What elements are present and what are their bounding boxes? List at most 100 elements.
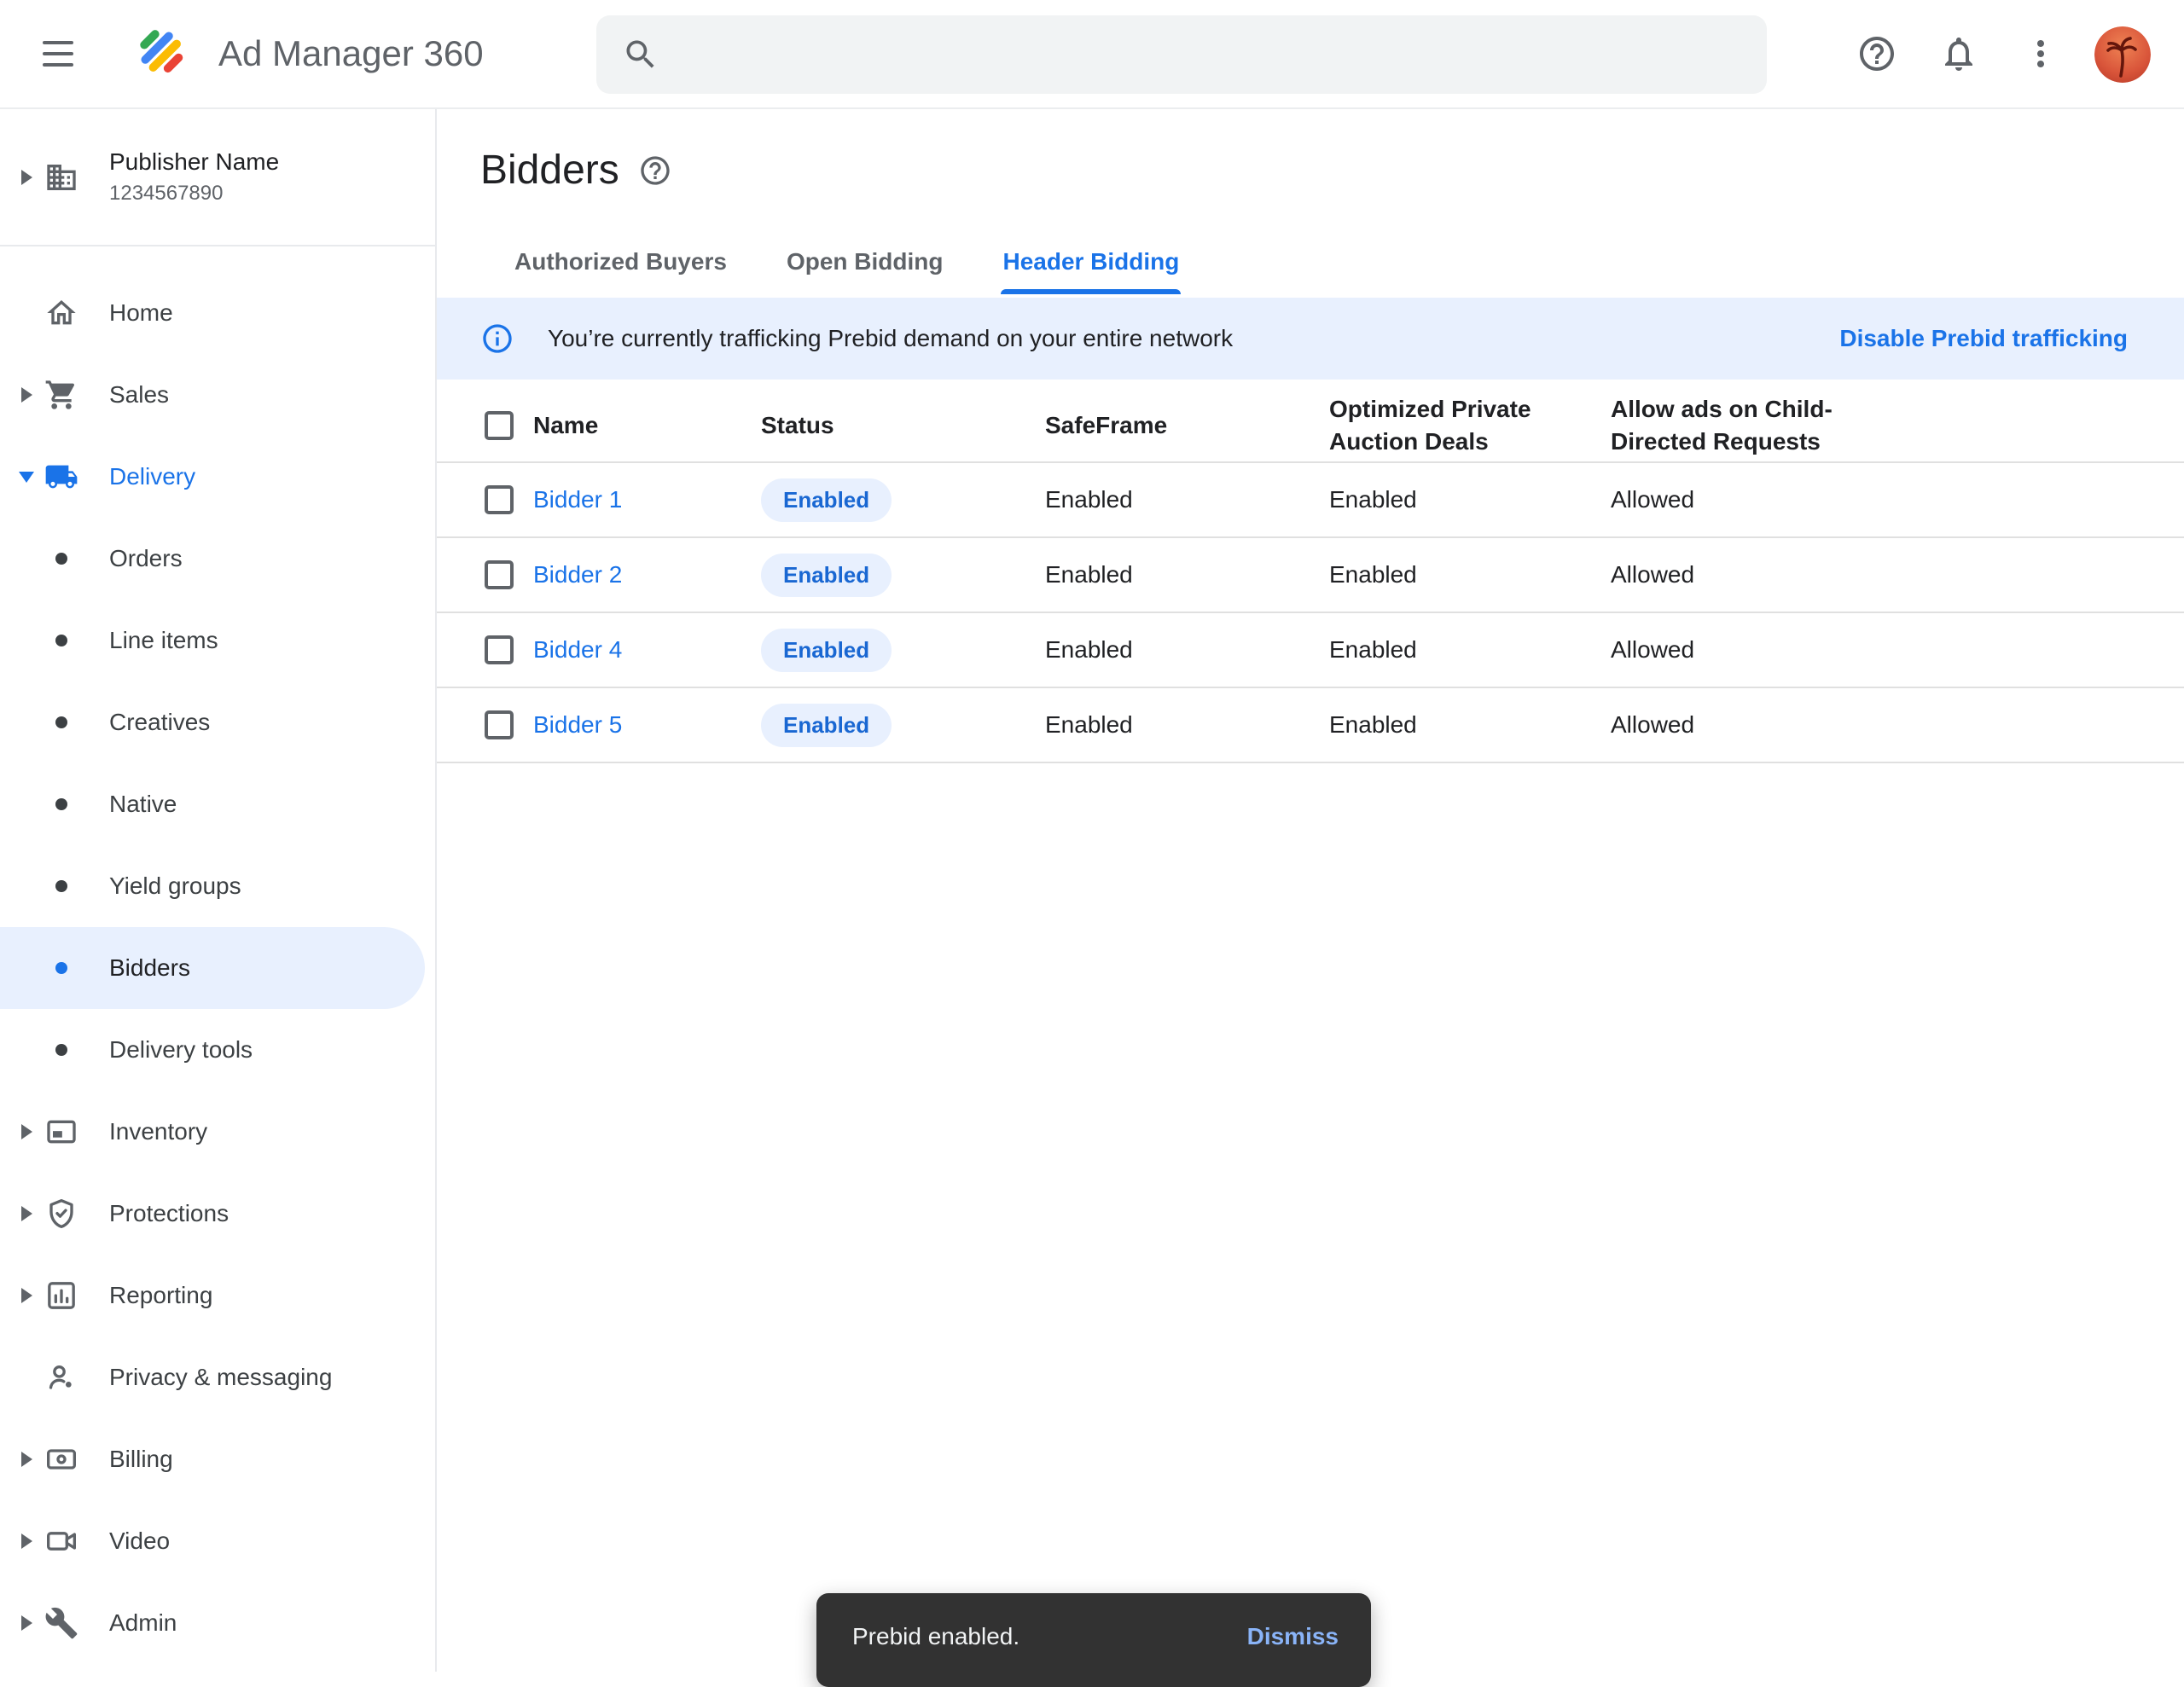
sidebar-item-yield-groups[interactable]: Yield groups [0, 845, 435, 927]
info-icon [480, 322, 514, 356]
building-icon [43, 159, 80, 196]
sidebar-item-delivery[interactable]: Delivery [0, 436, 435, 518]
main-content: Bidders Authorized Buyers Open Bidding H… [437, 109, 2184, 1672]
row-checkbox[interactable] [485, 560, 514, 589]
bullet-icon [43, 949, 80, 987]
help-icon[interactable] [1856, 33, 1897, 74]
safeframe-value: Enabled [1045, 561, 1329, 588]
sidebar-item-reporting[interactable]: Reporting [0, 1255, 435, 1336]
disable-prebid-trafficking-link[interactable]: Disable Prebid trafficking [1839, 325, 2128, 352]
chevron-right-icon [21, 1124, 32, 1139]
sidebar-item-admin[interactable]: Admin [0, 1582, 435, 1664]
person-badge-icon [43, 1359, 80, 1396]
sidebar-item-line-items[interactable]: Line items [0, 600, 435, 681]
tab-authorized-buyers[interactable]: Authorized Buyers [513, 248, 729, 294]
safeframe-value: Enabled [1045, 636, 1329, 664]
row-checkbox[interactable] [485, 710, 514, 739]
shield-icon [43, 1195, 80, 1232]
snackbar: Prebid enabled. Dismiss [816, 1593, 1371, 1687]
status-badge: Enabled [761, 629, 892, 672]
bidder-link[interactable]: Bidder 4 [533, 636, 761, 664]
bullet-icon [43, 540, 80, 577]
bullet-icon [43, 1031, 80, 1069]
bidder-link[interactable]: Bidder 2 [533, 561, 761, 588]
account-avatar[interactable] [2094, 26, 2151, 83]
column-header-status: Status [761, 409, 1045, 442]
row-checkbox[interactable] [485, 485, 514, 514]
sidebar-item-inventory[interactable]: Inventory [0, 1091, 435, 1173]
tab-open-bidding[interactable]: Open Bidding [785, 248, 945, 294]
bar-chart-icon [43, 1277, 80, 1314]
publisher-id: 1234567890 [109, 182, 279, 206]
publisher-name: Publisher Name [109, 148, 279, 176]
bullet-icon [43, 622, 80, 659]
column-header-child-directed: Allow ads on Child-Directed Requests [1611, 393, 1877, 458]
select-all-checkbox[interactable] [485, 411, 514, 440]
snackbar-message: Prebid enabled. [852, 1623, 1019, 1650]
chevron-right-icon [21, 387, 32, 403]
shopping-cart-icon [43, 376, 80, 414]
sidebar-item-protections[interactable]: Protections [0, 1173, 435, 1255]
bullet-icon [43, 867, 80, 905]
sidebar-item-native[interactable]: Native [0, 763, 435, 845]
optimized-private-auction-deals-value: Enabled [1329, 711, 1611, 739]
bidder-link[interactable]: Bidder 5 [533, 711, 761, 739]
inventory-icon [43, 1113, 80, 1151]
status-badge: Enabled [761, 704, 892, 747]
sidebar-item-orders[interactable]: Orders [0, 518, 435, 600]
notifications-bell-icon[interactable] [1938, 33, 1979, 74]
chevron-right-icon [21, 1288, 32, 1303]
chevron-right-icon [21, 1452, 32, 1467]
video-camera-icon [43, 1522, 80, 1560]
search-input[interactable] [680, 40, 1741, 69]
optimized-private-auction-deals-value: Enabled [1329, 636, 1611, 664]
sidebar-nav: Home Sales Delivery Orders Line items [0, 246, 435, 1664]
row-checkbox[interactable] [485, 635, 514, 664]
sidebar-item-billing[interactable]: Billing [0, 1418, 435, 1500]
sidebar-item-delivery-tools[interactable]: Delivery tools [0, 1009, 435, 1091]
search-icon [622, 36, 659, 73]
home-icon [43, 294, 80, 332]
tab-bar: Authorized Buyers Open Bidding Header Bi… [513, 248, 2184, 294]
bullet-icon [43, 786, 80, 823]
tab-header-bidding[interactable]: Header Bidding [1001, 248, 1181, 294]
chevron-down-icon [19, 472, 34, 483]
ad-manager-logo-icon [130, 20, 196, 87]
sidebar-item-video[interactable]: Video [0, 1500, 435, 1582]
chevron-right-icon [21, 1533, 32, 1549]
sidebar-item-privacy-messaging[interactable]: Privacy & messaging [0, 1336, 435, 1418]
wrench-icon [43, 1604, 80, 1642]
menu-icon[interactable] [43, 35, 80, 72]
sidebar-item-creatives[interactable]: Creatives [0, 681, 435, 763]
top-app-bar: Ad Manager 360 [0, 0, 2184, 109]
chevron-right-icon [21, 170, 32, 185]
table-row: Bidder 5 Enabled Enabled Enabled Allowed [437, 688, 2184, 763]
status-badge: Enabled [761, 478, 892, 522]
snackbar-dismiss-button[interactable]: Dismiss [1247, 1623, 1339, 1650]
sidebar-item-bidders[interactable]: Bidders [0, 927, 425, 1009]
sidebar: Publisher Name 1234567890 Home Sales Del… [0, 109, 437, 1672]
child-directed-value: Allowed [1611, 711, 2184, 739]
search-bar[interactable] [596, 15, 1767, 94]
sidebar-item-home[interactable]: Home [0, 272, 435, 354]
app-title: Ad Manager 360 [218, 33, 484, 74]
bullet-icon [43, 704, 80, 741]
table-row: Bidder 4 Enabled Enabled Enabled Allowed [437, 613, 2184, 688]
child-directed-value: Allowed [1611, 486, 2184, 513]
sidebar-item-sales[interactable]: Sales [0, 354, 435, 436]
bidder-link[interactable]: Bidder 1 [533, 486, 761, 513]
page-help-icon[interactable] [638, 154, 672, 188]
optimized-private-auction-deals-value: Enabled [1329, 561, 1611, 588]
table-row: Bidder 2 Enabled Enabled Enabled Allowed [437, 538, 2184, 613]
delivery-truck-icon [43, 458, 80, 496]
banner-message: You’re currently trafficking Prebid dema… [548, 325, 1233, 352]
publisher-selector[interactable]: Publisher Name 1234567890 [0, 109, 435, 246]
child-directed-value: Allowed [1611, 636, 2184, 664]
page-title: Bidders [480, 147, 619, 194]
column-header-name: Name [533, 409, 761, 442]
column-header-optimized-private-auction-deals: Optimized Private Auction Deals [1329, 393, 1595, 458]
more-options-icon[interactable] [2020, 33, 2061, 74]
child-directed-value: Allowed [1611, 561, 2184, 588]
chevron-right-icon [21, 1615, 32, 1631]
safeframe-value: Enabled [1045, 486, 1329, 513]
